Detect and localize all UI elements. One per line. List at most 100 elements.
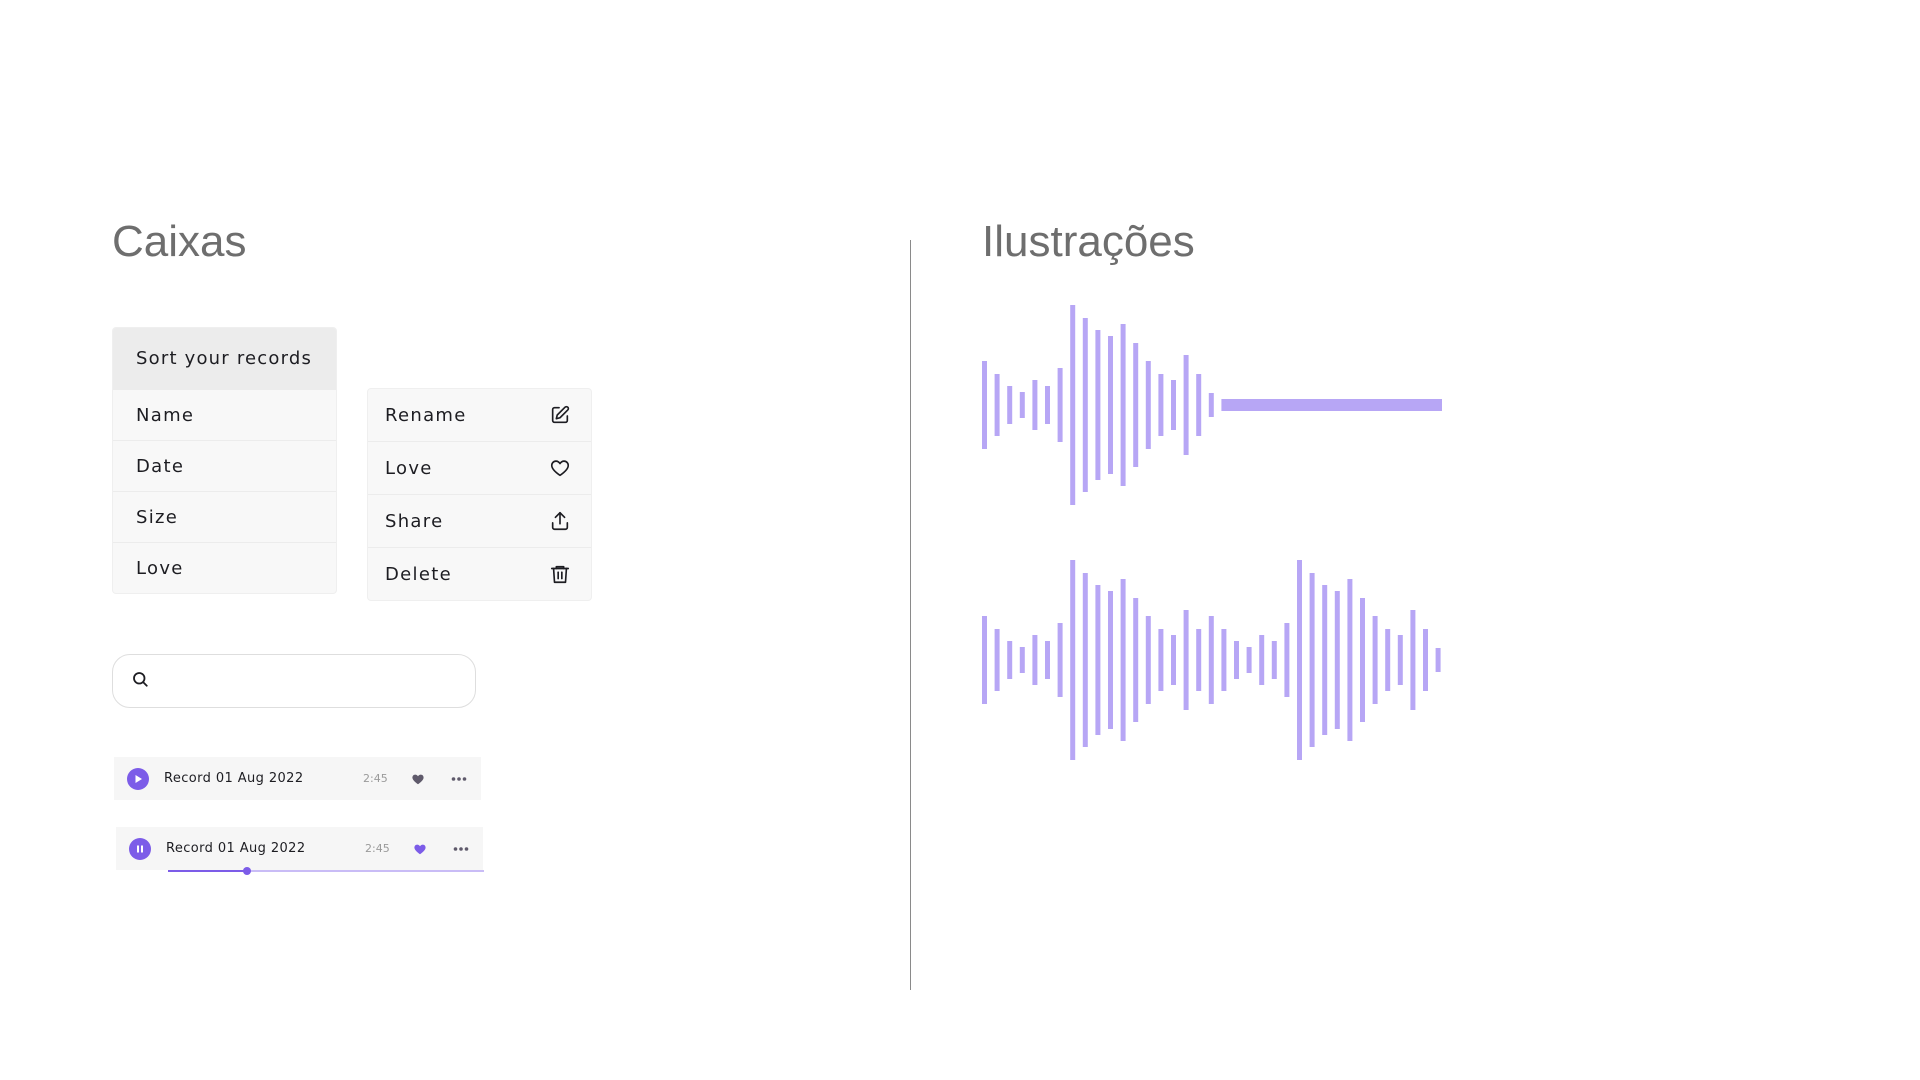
record-duration: 2:45 [365, 842, 390, 855]
waveform-bar [1007, 641, 1013, 679]
waveform-bar [1309, 573, 1315, 747]
waveform-bar [1372, 616, 1378, 704]
waveform-bar [1385, 629, 1391, 691]
action-rename-label: Rename [385, 404, 467, 426]
record-title: Record 01 Aug 2022 [164, 771, 304, 786]
playback-progress-fill [168, 870, 247, 872]
waveform-bar [1234, 641, 1239, 679]
waveform-bar [1057, 623, 1063, 697]
play-button[interactable] [127, 767, 149, 790]
waveform-bar [1410, 610, 1416, 710]
waveform-bar [994, 629, 1000, 691]
waveform-bar [1397, 635, 1403, 685]
waveform-bar [1171, 635, 1176, 685]
search-bar [112, 654, 476, 708]
waveform-bar [982, 361, 987, 449]
play-icon [135, 774, 142, 783]
waveform-bar [1183, 610, 1189, 710]
record-item[interactable]: Record 01 Aug 2022 2:45 [114, 757, 481, 800]
waveform-bar [1108, 591, 1113, 729]
action-delete[interactable]: Delete [368, 547, 591, 600]
waveform-bar [1070, 305, 1076, 505]
waveform-bar [1208, 393, 1214, 417]
waveform-bar [1070, 560, 1076, 760]
sort-menu-header: Sort your records [113, 328, 336, 389]
waveform-bar [1120, 324, 1126, 486]
waveform-bar [1082, 573, 1088, 747]
waveform-bar [1221, 629, 1227, 691]
waveform-bar [1423, 629, 1428, 691]
record-actions-menu: Rename Love Share Delete [367, 388, 592, 601]
waveform-silence-line [1221, 399, 1442, 411]
waveform-bar [1347, 579, 1353, 741]
record-duration: 2:45 [363, 772, 388, 785]
waveform-bar [1171, 380, 1176, 430]
waveform-bar [982, 616, 987, 704]
waveform-bar [1145, 361, 1151, 449]
action-share-label: Share [385, 510, 444, 532]
edit-icon [549, 404, 571, 426]
waveform-bar [1158, 629, 1164, 691]
sort-option-name[interactable]: Name [113, 389, 336, 440]
waveform-bar [1045, 386, 1050, 424]
waveform-bar [1108, 336, 1113, 474]
waveform-bar [1019, 647, 1025, 673]
waveform-illustration-full [982, 560, 1441, 760]
waveform-bar [1120, 579, 1126, 741]
action-love[interactable]: Love [368, 441, 591, 494]
waveform-illustration-partial [982, 305, 1442, 505]
waveform-bar [1196, 629, 1202, 691]
waveform-bar [1271, 641, 1277, 679]
heart-outline-icon [549, 457, 571, 479]
playback-scrubber-handle[interactable] [243, 867, 251, 875]
trash-icon [549, 563, 571, 585]
waveform-bar [1246, 647, 1252, 673]
action-delete-label: Delete [385, 563, 452, 585]
waveform-bar [1045, 641, 1050, 679]
waveform-bar [1007, 386, 1013, 424]
record-item-playing[interactable]: Record 01 Aug 2022 2:45 [116, 827, 483, 870]
waveform-bar [1145, 616, 1151, 704]
waveform-bar [1208, 616, 1214, 704]
section-title-ilustracoes: Ilustrações [982, 217, 1195, 266]
heart-icon[interactable] [413, 842, 427, 856]
search-input[interactable] [159, 660, 475, 702]
waveform-bar [1158, 374, 1164, 436]
waveform-bar [1297, 560, 1302, 760]
more-options-icon[interactable] [453, 846, 469, 852]
waveform-bar [1133, 343, 1139, 467]
search-icon [131, 670, 149, 692]
sort-option-date[interactable]: Date [113, 440, 336, 491]
record-title: Record 01 Aug 2022 [166, 841, 306, 856]
waveform-bar [1032, 635, 1038, 685]
waveform-bar [1057, 368, 1063, 442]
sort-option-love[interactable]: Love [113, 542, 336, 593]
waveform-bar [1019, 392, 1025, 418]
more-options-icon[interactable] [451, 776, 467, 782]
action-rename[interactable]: Rename [368, 389, 591, 441]
waveform-bar [1082, 318, 1088, 492]
waveform-bar [1095, 585, 1101, 735]
sort-menu: Sort your records Name Date Size Love [112, 327, 337, 594]
waveform-bar [1322, 585, 1328, 735]
playback-progress-bar[interactable] [168, 867, 484, 875]
waveform-bar [1133, 598, 1139, 722]
waveform-bar [1435, 648, 1441, 672]
waveform-bar [1095, 330, 1101, 480]
waveform-bar [1196, 374, 1202, 436]
action-love-label: Love [385, 457, 433, 479]
action-share[interactable]: Share [368, 494, 591, 547]
heart-icon[interactable] [411, 772, 425, 786]
waveform-bar [1284, 623, 1290, 697]
vertical-divider [910, 240, 911, 990]
waveform-bar [994, 374, 1000, 436]
waveform-bar [1183, 355, 1189, 455]
pause-icon [137, 845, 143, 852]
waveform-bar [1360, 598, 1365, 722]
waveform-bar [1032, 380, 1038, 430]
pause-button[interactable] [129, 837, 151, 860]
share-upload-icon [549, 510, 571, 532]
sort-option-size[interactable]: Size [113, 491, 336, 542]
waveform-bar [1259, 635, 1265, 685]
waveform-bar [1334, 591, 1340, 729]
